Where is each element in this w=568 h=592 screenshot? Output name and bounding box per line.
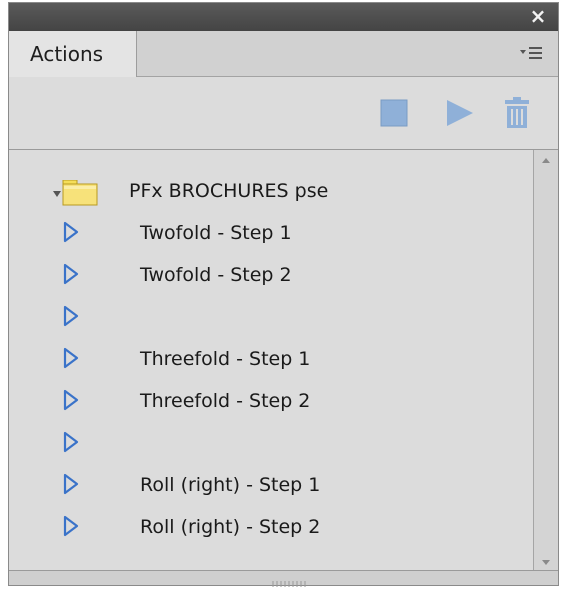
action-play-icon xyxy=(63,305,79,327)
action-row[interactable]: Twofold - Step 2 xyxy=(9,254,532,296)
action-play-icon xyxy=(63,221,79,243)
tab-bar: Actions xyxy=(9,31,558,77)
action-label: Roll (right) - Step 1 xyxy=(140,474,321,496)
action-play-icon xyxy=(63,263,79,285)
action-set-label: PFx BROCHURES pse xyxy=(129,180,329,202)
actions-list: PFx BROCHURES pse Twofold - Step 1 Twofo… xyxy=(9,150,558,571)
actions-toolbar xyxy=(9,77,558,150)
action-row[interactable]: Roll (right) - Step 2 xyxy=(9,506,532,548)
expand-triangle-icon[interactable] xyxy=(52,184,62,197)
action-row[interactable]: Threefold - Step 1 xyxy=(9,338,532,380)
resize-grip-icon[interactable] xyxy=(269,573,311,587)
action-play-icon xyxy=(63,347,79,369)
panel-resize-bar xyxy=(9,570,558,587)
tab-actions[interactable]: Actions xyxy=(9,31,137,77)
action-label: Threefold - Step 2 xyxy=(140,390,311,412)
action-row[interactable] xyxy=(9,422,532,464)
action-label: Twofold - Step 1 xyxy=(140,222,292,244)
actions-panel: × Actions PFx BROCHURES pse Twofold - St… xyxy=(8,2,559,587)
trash-icon[interactable] xyxy=(504,97,530,133)
panel-menu-icon[interactable] xyxy=(518,44,544,62)
action-set-row[interactable]: PFx BROCHURES pse xyxy=(9,170,532,212)
action-play-icon xyxy=(63,431,79,453)
action-row[interactable]: Twofold - Step 1 xyxy=(9,212,532,254)
stop-icon[interactable] xyxy=(380,99,408,131)
folder-icon xyxy=(62,179,98,206)
panel-title-bar[interactable]: × xyxy=(9,3,558,32)
action-label: Threefold - Step 1 xyxy=(140,348,311,370)
scroll-up-arrow-icon[interactable] xyxy=(534,152,558,170)
action-label: Roll (right) - Step 2 xyxy=(140,516,321,538)
action-play-icon xyxy=(63,473,79,495)
action-play-icon xyxy=(63,515,79,537)
close-icon[interactable]: × xyxy=(528,6,548,26)
action-row[interactable]: Roll (right) - Step 1 xyxy=(9,464,532,506)
scroll-down-arrow-icon[interactable] xyxy=(534,553,558,571)
action-row[interactable]: Threefold - Step 2 xyxy=(9,380,532,422)
action-play-icon xyxy=(63,389,79,411)
action-label: Twofold - Step 2 xyxy=(140,264,292,286)
vertical-scrollbar[interactable] xyxy=(533,150,558,571)
play-icon[interactable] xyxy=(445,99,475,131)
action-row[interactable] xyxy=(9,296,532,338)
